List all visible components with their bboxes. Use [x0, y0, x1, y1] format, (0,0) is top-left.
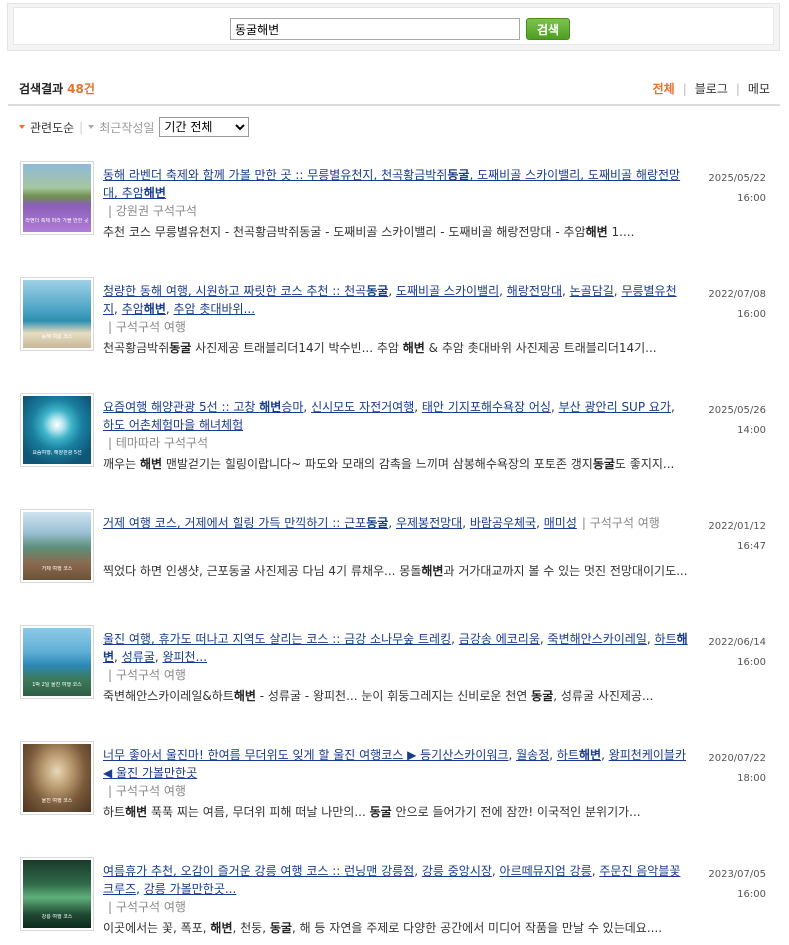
result-title-link[interactable]: 울진 여행, 휴가도 떠나고 지역도 살리는 코스 :: 금강 소나무숲 트레킹…	[103, 632, 688, 664]
result-meta: | 구석구석 여행	[108, 900, 186, 914]
result-title-link[interactable]: 너무 좋아서 울진마! 한여름 무더위도 잊게 할 울진 여행코스 ▶ 등기산스…	[103, 748, 686, 780]
period-select[interactable]: 기간 전체	[159, 117, 250, 137]
thumbnail-caption: 강릉 여행 코스	[41, 914, 73, 920]
result-title-block: 거제 여행 코스, 거제에서 힐링 가득 만끽하기 :: 근포동굴, 우제봉전망…	[103, 514, 688, 532]
result-thumbnail[interactable]: 요즘여행, 해양관광 5선	[20, 393, 94, 467]
result-thumbnail[interactable]: 울진 여행 코스	[20, 741, 94, 815]
result-title-block: 울진 여행, 휴가도 떠나고 지역도 살리는 코스 :: 금강 소나무숲 트레킹…	[103, 630, 688, 684]
sort-bar: 관련도순 | 최근작성일 기간 전체	[19, 117, 250, 137]
tab-separator: |	[735, 82, 740, 96]
sort-separator: |	[79, 120, 84, 134]
result-thumbnail[interactable]: 거제 여행 코스	[20, 509, 94, 583]
header-divider	[8, 104, 780, 106]
result-snippet: 이곳에서는 꽃, 폭포, 해변, 천둥, 동굴, 해 등 자연을 주제로 다양한…	[103, 921, 663, 935]
result-meta: | 구석구석 여행	[108, 320, 186, 334]
thumbnail-caption: 울진 여행 코스	[41, 798, 73, 804]
result-title: 검색결과	[19, 82, 64, 96]
thumbnail-caption: 라벤더 축제 따라 가볼 만한 곳	[25, 218, 89, 224]
sort-recent[interactable]: 최근작성일	[99, 119, 154, 136]
result-title-link[interactable]: 여름휴가 추천, 오감이 즐거운 강릉 여행 코스 :: 런닝맨 강릉점, 강릉…	[103, 864, 680, 896]
search-button[interactable]: 검색	[526, 18, 570, 40]
result-thumbnail[interactable]: 라벤더 축제 따라 가볼 만한 곳	[20, 161, 94, 235]
result-title-link[interactable]: 청량한 동해 여행, 시원하고 짜릿한 코스 추천 :: 천곡동굴, 도째비골 …	[103, 284, 677, 316]
sort-arrow-icon	[88, 125, 95, 129]
tab-separator: |	[682, 82, 687, 96]
result-date: 2023/07/05 16:00	[708, 869, 766, 900]
result-thumbnail[interactable]: 강릉 여행 코스	[20, 857, 94, 931]
search-input[interactable]	[230, 18, 520, 40]
result-snippet: 죽변해안스카이레일&하트해변 - 성류굴 - 왕피천... 눈이 휘둥그레지는 …	[103, 689, 654, 703]
result-title-block: 여름휴가 추천, 오감이 즐거운 강릉 여행 코스 :: 런닝맨 강릉점, 강릉…	[103, 862, 688, 916]
result-snippet: 하트해변 푹푹 찌는 여름, 무더위 피해 떠날 나만의... 동굴 안으로 들…	[103, 805, 641, 819]
result-title-link[interactable]: 동해 라벤더 축제와 함께 가볼 만한 곳 :: 무릉별유천지, 천곡황금박쥐동…	[103, 168, 680, 200]
thumbnail-caption: 거제 여행 코스	[41, 566, 73, 572]
result-header: 검색결과 48건 전체 | 블로그 | 메모	[19, 80, 770, 98]
result-title-link[interactable]: 거제 여행 코스, 거제에서 힐링 가득 만끽하기 :: 근포동굴, 우제봉전망…	[103, 516, 577, 530]
tab-memo[interactable]: 메모	[748, 82, 770, 96]
result-meta: | 구석구석 여행	[581, 516, 660, 530]
result-tabs: 전체 | 블로그 | 메모	[653, 80, 770, 97]
search-bar: 검색	[7, 3, 780, 51]
result-date: 2025/05/22 16:00	[708, 173, 766, 204]
thumbnail-caption: 요즘여행, 해양관광 5선	[32, 450, 82, 456]
result-date: 2022/01/12 16:47	[708, 521, 766, 552]
result-count: 48건	[67, 82, 95, 96]
result-title-block: 요즘여행 해양관광 5선 :: 고창 해변승마, 신시모도 자전거여행, 태안 …	[103, 398, 688, 452]
sort-relevance[interactable]: 관련도순	[30, 119, 74, 136]
result-title-block: 동해 라벤더 축제와 함께 가볼 만한 곳 :: 무릉별유천지, 천곡황금박쥐동…	[103, 166, 688, 220]
result-meta: | 구석구석 여행	[108, 784, 186, 798]
result-meta: | 구석구석 여행	[108, 668, 186, 682]
result-snippet: 찍었다 하면 인생샷, 근포동굴 사진제공 다님 4기 류채우... 몽돌해변과…	[103, 564, 688, 578]
result-date: 2020/07/22 18:00	[708, 753, 766, 784]
result-meta: | 테마따라 구석구석	[108, 436, 208, 450]
result-meta: | 강원권 구석구석	[108, 204, 197, 218]
result-title-block: 청량한 동해 여행, 시원하고 짜릿한 코스 추천 :: 천곡동굴, 도째비골 …	[103, 282, 688, 336]
result-date: 2022/07/08 16:00	[708, 289, 766, 320]
result-title-block: 너무 좋아서 울진마! 한여름 무더위도 잊게 할 울진 여행코스 ▶ 등기산스…	[103, 746, 688, 800]
thumbnail-caption: 동해 여름 코스	[41, 334, 73, 340]
result-snippet: 천곡황금박쥐동굴 사진제공 트래블리더14기 박수빈... 추암 해변 & 추암…	[103, 341, 657, 355]
result-thumbnail[interactable]: 동해 여름 코스	[20, 277, 94, 351]
result-snippet: 추천 코스 무릉별유천지 - 천곡황금박쥐동굴 - 도째비골 스카이밸리 - 도…	[103, 225, 635, 239]
search-bar-inner: 검색	[13, 7, 774, 45]
result-date: 2022/06/14 16:00	[708, 637, 766, 668]
result-title-link[interactable]: 요즘여행 해양관광 5선 :: 고창 해변승마, 신시모도 자전거여행, 태안 …	[103, 400, 675, 432]
thumbnail-caption: 1박 2일 울진 여행 코스	[32, 682, 82, 688]
result-date: 2025/05/26 14:00	[708, 405, 766, 436]
tab-blog[interactable]: 블로그	[695, 82, 728, 96]
result-snippet: 깨우는 해변 맨발걷기는 힐링이랍니다~ 파도와 모래의 감촉을 느끼며 삼봉해…	[103, 457, 675, 471]
sort-arrow-icon	[19, 125, 25, 129]
result-thumbnail[interactable]: 1박 2일 울진 여행 코스	[20, 625, 94, 699]
tab-all[interactable]: 전체	[653, 82, 675, 96]
